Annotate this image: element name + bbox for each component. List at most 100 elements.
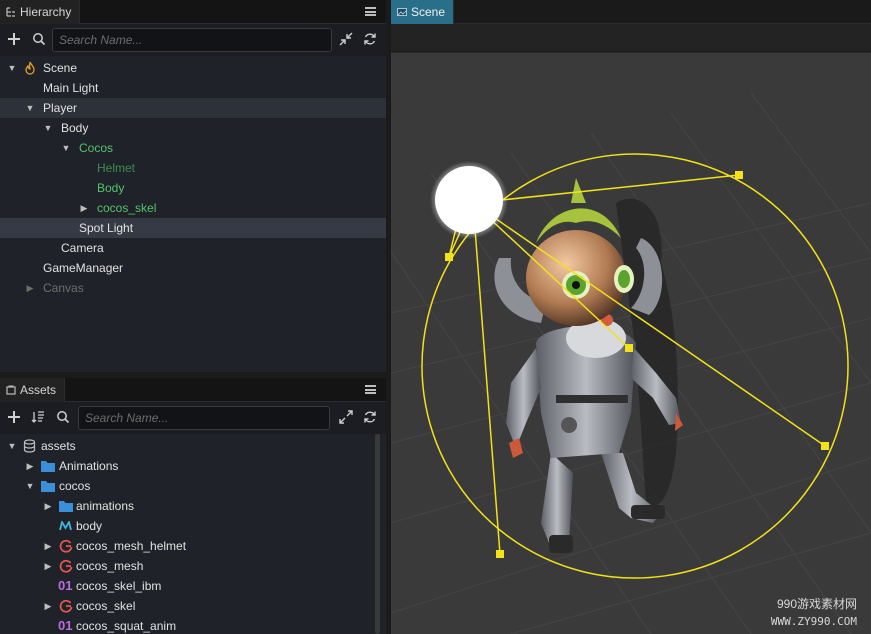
watermark-line2: WWW.ZY990.COM [770, 615, 857, 628]
tree-node-label: Helmet [97, 161, 136, 175]
folder-icon [41, 461, 55, 472]
hierarchy-icon [6, 7, 15, 17]
tree-node-label: GameManager [43, 261, 124, 275]
hierarchy-menu-icon[interactable] [365, 7, 376, 16]
asset-item-cocos-skel[interactable]: ▶ cocos_skel [0, 596, 386, 616]
prefab-icon [59, 539, 73, 553]
hierarchy-tabbar: Hierarchy [0, 0, 386, 24]
tree-node-gamemanager[interactable]: GameManager [0, 258, 386, 278]
tree-node-label: Cocos [79, 141, 114, 155]
folder-icon [59, 501, 73, 512]
tree-node-label: Main Light [43, 81, 99, 95]
collapsed-arrow-icon[interactable]: ▶ [43, 556, 53, 576]
asset-item-cocos-mesh-helmet[interactable]: ▶ cocos_mesh_helmet [0, 536, 386, 556]
expand-arrow-icon[interactable]: ▼ [43, 118, 53, 138]
collapsed-arrow-icon[interactable]: ▶ [43, 596, 53, 616]
scene-viewport[interactable]: 990游戏素材网 WWW.ZY990.COM [391, 53, 871, 634]
asset-item-label: body [76, 519, 103, 533]
assets-tab-icon [6, 385, 16, 395]
asset-item-label: cocos_skel_ibm [76, 579, 162, 593]
scene-toolbar [391, 24, 871, 52]
asset-item-label: cocos_squat_anim [76, 619, 177, 633]
asset-item-label: Animations [59, 459, 119, 473]
tree-node-main-light[interactable]: Main Light [0, 78, 386, 98]
tree-node-label: Camera [61, 241, 104, 255]
asset-item-label: assets [41, 439, 76, 453]
tab-hierarchy[interactable]: Hierarchy [0, 0, 81, 24]
scene-tab-icon [397, 8, 407, 16]
tree-node-player[interactable]: ▼ Player [0, 98, 386, 118]
tree-node-label: Body [61, 121, 89, 135]
tab-hierarchy-label: Hierarchy [20, 5, 72, 19]
scene-panel: Scene 990游戏素材网 WWW.ZY990.COM [391, 0, 871, 634]
tab-scene-label: Scene [411, 5, 446, 19]
expand-arrow-icon[interactable]: ▼ [25, 476, 35, 496]
collapsed-arrow-icon[interactable]: ▶ [43, 496, 53, 516]
assets-toolbar: Search Name... [0, 402, 386, 434]
add-node-icon[interactable] [6, 32, 22, 48]
hierarchy-search-input[interactable]: Search Name... [52, 28, 332, 52]
asset-item-cocos-skel-ibm[interactable]: 01 cocos_skel_ibm [0, 576, 386, 596]
expand-all-icon[interactable] [338, 410, 354, 426]
add-asset-icon[interactable] [6, 410, 22, 426]
asset-item-animations-folder[interactable]: ▶ Animations [0, 456, 386, 476]
collapsed-arrow-icon[interactable]: ▶ [43, 536, 53, 556]
binary-icon: 01 [58, 618, 73, 633]
tree-node-camera[interactable]: Camera [0, 238, 386, 258]
tree-node-cocos-skel[interactable]: ▶ cocos_skel [0, 198, 386, 218]
assets-menu-icon[interactable] [365, 385, 376, 394]
asset-item-label: cocos [59, 479, 91, 493]
assets-tabbar: Assets [0, 378, 386, 402]
asset-item-label: cocos_skel [76, 599, 136, 613]
scene-tabbar: Scene [391, 0, 871, 24]
mesh-icon [59, 521, 72, 531]
hierarchy-toolbar: Search Name... [0, 24, 386, 56]
tree-node-label: Canvas [43, 281, 84, 295]
refresh-icon[interactable] [362, 32, 378, 48]
tree-node-scene[interactable]: ▼ Scene [0, 58, 386, 78]
collapsed-arrow-icon[interactable]: ▶ [25, 456, 35, 476]
tree-node-label: Spot Light [79, 221, 134, 235]
tree-node-canvas[interactable]: ▶ Canvas [0, 278, 386, 298]
scene-render [391, 92, 871, 634]
refresh-icon[interactable] [362, 410, 378, 426]
asset-item-cocos-squat-anim[interactable]: 01 cocos_squat_anim [0, 616, 386, 634]
asset-item-body[interactable]: body [0, 516, 386, 536]
tree-node-cocos[interactable]: ▼ Cocos [0, 138, 386, 158]
asset-item-label: animations [76, 499, 135, 513]
collapse-all-icon[interactable] [338, 32, 354, 48]
watermark-line1: 990游戏素材网 [776, 597, 857, 611]
tab-scene[interactable]: Scene [391, 0, 455, 24]
search-icon [55, 410, 71, 426]
tree-node-label: Player [43, 101, 78, 115]
asset-item-animations-subfolder[interactable]: ▶ animations [0, 496, 386, 516]
asset-item-label: cocos_mesh_helmet [76, 539, 187, 553]
expand-arrow-icon[interactable]: ▼ [7, 58, 17, 78]
tree-node-body-mesh[interactable]: Body [0, 178, 386, 198]
folder-icon [41, 481, 55, 492]
tree-node-helmet[interactable]: Helmet [0, 158, 386, 178]
tab-assets[interactable]: Assets [0, 378, 66, 402]
scene-flame-icon [25, 61, 35, 75]
tree-node-body[interactable]: ▼ Body [0, 118, 386, 138]
expand-arrow-icon[interactable]: ▼ [7, 436, 17, 456]
expand-arrow-icon[interactable]: ▼ [61, 138, 71, 158]
tree-node-spot-light[interactable]: Spot Light [0, 218, 386, 238]
asset-item-assets[interactable]: ▼ assets [0, 436, 386, 456]
assets-search-input[interactable]: Search Name... [78, 406, 330, 430]
sort-icon[interactable] [30, 410, 46, 426]
search-icon [31, 32, 47, 48]
asset-item-cocos-mesh[interactable]: ▶ cocos_mesh [0, 556, 386, 576]
hierarchy-panel: Hierarchy Search Name... ▼ Scene Main Li… [0, 0, 386, 372]
prefab-icon [59, 599, 73, 613]
expand-arrow-icon[interactable]: ▼ [25, 98, 35, 118]
tree-node-label: cocos_skel [97, 201, 157, 215]
asset-item-label: cocos_mesh [76, 559, 144, 573]
binary-icon: 01 [58, 578, 73, 593]
tree-node-label: Body [97, 181, 125, 195]
collapsed-arrow-icon[interactable]: ▶ [25, 278, 35, 298]
asset-item-cocos-folder[interactable]: ▼ cocos [0, 476, 386, 496]
database-icon [23, 439, 36, 453]
tab-assets-label: Assets [20, 383, 57, 397]
collapsed-arrow-icon[interactable]: ▶ [79, 198, 89, 218]
